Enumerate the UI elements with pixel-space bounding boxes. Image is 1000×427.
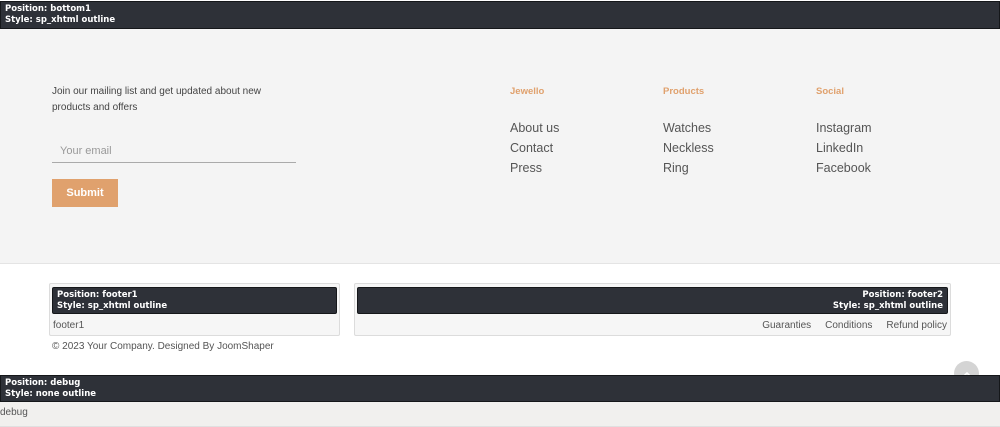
module-position-label: Position: footer1: [57, 290, 138, 300]
module-position-bottom1: Position: bottom1 Style: sp_xhtml outlin…: [0, 1, 1000, 29]
module-style-label: Style: none outline: [5, 389, 97, 399]
module-style-label: Style: sp_xhtml outline: [5, 15, 116, 25]
module-position-label: Position: footer2: [862, 290, 943, 300]
module-position-label: Position: bottom1: [5, 4, 91, 14]
footer-column-social: Social Instagram LinkedIn Facebook: [816, 86, 872, 178]
link-ring[interactable]: Ring: [663, 158, 714, 178]
footer1-content: footer1: [53, 320, 85, 331]
link-facebook[interactable]: Facebook: [816, 158, 872, 178]
footer-section: Position: footer1 Style: sp_xhtml outlin…: [0, 264, 1000, 370]
footer1-module: Position: footer1 Style: sp_xhtml outlin…: [49, 283, 340, 336]
footer-link-conditions[interactable]: Conditions: [825, 320, 872, 331]
column-title: Products: [663, 86, 705, 97]
module-position-debug: Position: debug Style: none outline: [0, 375, 1000, 402]
footer-link-refund-policy[interactable]: Refund policy: [886, 320, 947, 331]
module-position-footer1: Position: footer1 Style: sp_xhtml outlin…: [52, 287, 337, 314]
column-title: Social: [816, 86, 844, 97]
email-field[interactable]: [52, 139, 296, 163]
link-neckless[interactable]: Neckless: [663, 138, 714, 158]
link-linkedin[interactable]: LinkedIn: [816, 138, 872, 158]
footer-column-products: Products Watches Neckless Ring: [663, 86, 714, 178]
link-contact[interactable]: Contact: [510, 138, 559, 158]
footer2-module: Position: footer2 Style: sp_xhtml outlin…: [354, 283, 951, 336]
debug-content: debug: [0, 402, 1000, 427]
column-title: Jewello: [510, 86, 545, 97]
link-press[interactable]: Press: [510, 158, 559, 178]
submit-button[interactable]: Submit: [52, 179, 118, 207]
footer-column-jewello: Jewello About us Contact Press: [510, 86, 559, 178]
footer-menu: Guaranties Conditions Refund policy: [762, 320, 947, 331]
bottom-section: Join our mailing list and get updated ab…: [0, 29, 1000, 264]
link-about-us[interactable]: About us: [510, 118, 559, 138]
link-instagram[interactable]: Instagram: [816, 118, 872, 138]
module-style-label: Style: sp_xhtml outline: [832, 301, 943, 311]
newsletter-text: Join our mailing list and get updated ab…: [52, 86, 262, 113]
link-watches[interactable]: Watches: [663, 118, 714, 138]
module-style-label: Style: sp_xhtml outline: [57, 301, 168, 311]
module-position-label: Position: debug: [5, 378, 81, 388]
copyright-text: © 2023 Your Company. Designed By JoomSha…: [52, 341, 274, 352]
module-position-footer2: Position: footer2 Style: sp_xhtml outlin…: [357, 287, 948, 314]
footer-link-guaranties[interactable]: Guaranties: [762, 320, 811, 331]
